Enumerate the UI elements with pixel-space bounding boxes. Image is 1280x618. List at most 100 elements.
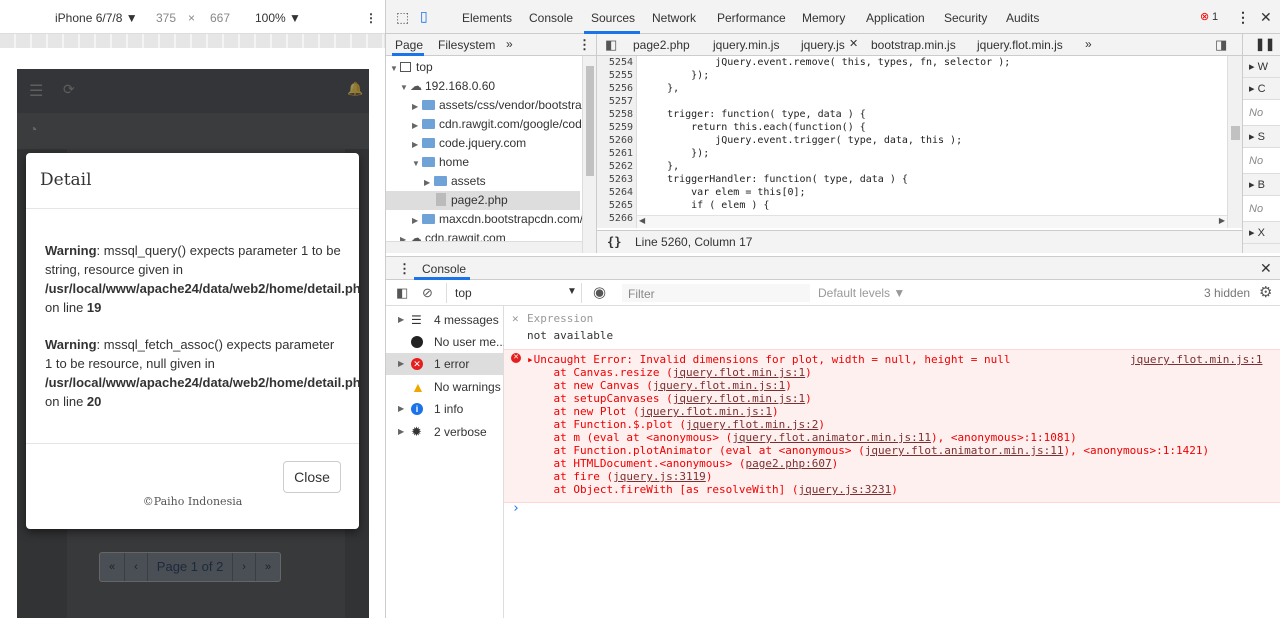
sidebar-item-info[interactable]: ▶ i 1 info: [386, 398, 503, 420]
code-line[interactable]: });: [643, 69, 709, 82]
nav-tab-page[interactable]: Page: [395, 38, 423, 52]
stack-frame-link[interactable]: jquery.flot.animator.min.js:11: [732, 431, 931, 444]
settings-menu-icon[interactable]: ⋮: [1236, 9, 1250, 26]
tab-network[interactable]: Network: [652, 11, 696, 25]
sidebar-item-verbose[interactable]: ▶ ✹ 2 verbose: [386, 421, 503, 443]
stack-frame-link[interactable]: jquery.flot.min.js:1: [673, 366, 805, 379]
tree-item-host[interactable]: ▶ ☁ cdn.rawgit.com: [386, 229, 582, 241]
line-number[interactable]: 5266: [597, 212, 633, 225]
pager-next-button[interactable]: ›: [233, 553, 256, 581]
close-button[interactable]: Close: [283, 461, 341, 493]
stack-frame-link[interactable]: jquery.flot.min.js:1: [640, 405, 772, 418]
editor-tab-active[interactable]: jquery.js: [801, 38, 845, 52]
code-line[interactable]: trigger: function( type, data ) {: [643, 108, 866, 121]
pager-last-button[interactable]: »: [256, 553, 280, 581]
nav-more-tabs[interactable]: »: [506, 37, 513, 51]
code-line[interactable]: return this.each(function() {: [643, 121, 866, 134]
device-toggle-icon[interactable]: ▯: [420, 8, 428, 25]
close-devtools-icon[interactable]: ✕: [1260, 9, 1272, 26]
tab-performance[interactable]: Performance: [717, 11, 786, 25]
line-number[interactable]: 5265: [597, 199, 633, 212]
stack-frame-link[interactable]: jquery.flot.min.js:2: [686, 418, 818, 431]
pause-icon[interactable]: ❚❚: [1255, 37, 1275, 51]
expression-close-icon[interactable]: ✕: [512, 312, 519, 325]
line-number[interactable]: 5257: [597, 95, 633, 108]
levels-select[interactable]: Default levels ▼: [818, 286, 905, 300]
tab-sources[interactable]: Sources: [591, 11, 635, 25]
nav-tab-filesystem[interactable]: Filesystem: [438, 38, 495, 52]
line-number[interactable]: 5261: [597, 147, 633, 160]
line-number[interactable]: 5264: [597, 186, 633, 199]
device-width[interactable]: 375: [156, 11, 176, 25]
pane-watch[interactable]: ▸ W: [1243, 56, 1280, 78]
nav-hscrollbar[interactable]: [386, 241, 582, 253]
device-select[interactable]: iPhone 6/7/8 ▼: [55, 11, 138, 25]
zoom-select[interactable]: 100% ▼: [255, 11, 301, 25]
line-number[interactable]: 5259: [597, 121, 633, 134]
toggle-debugger-icon[interactable]: ◨: [1215, 37, 1227, 53]
editor-tab[interactable]: jquery.flot.min.js: [977, 38, 1063, 52]
tree-item-folder[interactable]: ▶ cdn.rawgit.com/google/code: [386, 115, 582, 134]
gear-icon[interactable]: ⚙: [1259, 283, 1272, 301]
error-text[interactable]: ▸Uncaught Error: Invalid dimensions for …: [527, 353, 1010, 366]
tree-item-folder[interactable]: ▶ code.jquery.com: [386, 134, 582, 153]
line-number[interactable]: 5256: [597, 82, 633, 95]
close-tab-icon[interactable]: ✕: [849, 37, 858, 50]
eye-icon[interactable]: ◉: [593, 283, 606, 301]
pager-prev-button[interactable]: ‹: [125, 553, 148, 581]
pane-xhr-breakpoints[interactable]: ▸ X: [1243, 222, 1280, 244]
code-line[interactable]: jQuery.event.trigger( type, data, this )…: [643, 134, 962, 147]
more-vertical-icon[interactable]: ⋮: [365, 11, 377, 25]
tree-item-folder[interactable]: ▶ maxcdn.bootstrapcdn.com/: [386, 210, 582, 229]
stack-frame-link[interactable]: page2.php:607: [746, 457, 832, 470]
tree-item-folder[interactable]: ▶ assets/css/vendor/bootstrap: [386, 96, 582, 115]
pretty-print-icon[interactable]: {}: [607, 231, 621, 253]
console-prompt[interactable]: ›: [512, 502, 520, 515]
code-line[interactable]: jQuery.event.remove( this, types, fn, se…: [643, 56, 1010, 69]
tree-item-folder[interactable]: ▼ home: [386, 153, 582, 172]
error-icon[interactable]: ⊗: [1200, 10, 1209, 23]
line-number[interactable]: 5255: [597, 69, 633, 82]
pane-scope[interactable]: ▸ S: [1243, 126, 1280, 148]
inspect-icon[interactable]: ⬚: [396, 9, 409, 26]
editor-tab[interactable]: jquery.min.js: [713, 38, 779, 52]
editor-tab[interactable]: page2.php: [633, 38, 690, 52]
sidebar-item-messages[interactable]: ▶ ☰ 4 messages: [386, 309, 503, 331]
tree-item-host[interactable]: ▼ ☁ 192.168.0.60: [386, 77, 582, 96]
editor-more-tabs[interactable]: »: [1085, 37, 1092, 51]
tab-security[interactable]: Security: [944, 11, 987, 25]
drawer-tab-console[interactable]: Console: [422, 262, 466, 276]
code-line[interactable]: if ( elem ) {: [643, 199, 769, 212]
editor-scrollbar[interactable]: [1227, 56, 1242, 228]
sidebar-item-warnings[interactable]: ▲ No warnings: [386, 376, 503, 398]
stack-frame-link[interactable]: jquery.flot.min.js:1: [653, 379, 785, 392]
editor-tab[interactable]: bootstrap.min.js: [871, 38, 956, 52]
sidebar-item-errors[interactable]: ▶ ✕ 1 error: [386, 353, 503, 375]
code-line[interactable]: },: [643, 82, 679, 95]
device-height[interactable]: 667: [210, 11, 230, 25]
tree-item-file[interactable]: page2.php: [386, 191, 580, 210]
line-number[interactable]: 5254: [597, 56, 633, 69]
filter-input[interactable]: Filter: [622, 284, 810, 302]
line-number[interactable]: 5258: [597, 108, 633, 121]
sidebar-item-user-messages[interactable]: No user me...: [386, 331, 506, 353]
close-drawer-icon[interactable]: ✕: [1260, 260, 1272, 277]
tab-application[interactable]: Application: [866, 11, 925, 25]
tab-elements[interactable]: Elements: [462, 11, 512, 25]
code-line[interactable]: },: [643, 160, 679, 173]
line-number[interactable]: 5260: [597, 134, 633, 147]
context-select[interactable]: top ▼: [446, 283, 582, 303]
stack-frame-link[interactable]: jquery.js:3119: [613, 470, 706, 483]
stack-frame-link[interactable]: jquery.flot.min.js:1: [673, 392, 805, 405]
tree-item-top[interactable]: ▼ top: [386, 58, 582, 77]
line-number[interactable]: 5263: [597, 173, 633, 186]
nav-menu-icon[interactable]: ⋮: [578, 37, 591, 53]
code-line[interactable]: var elem = this[0];: [643, 186, 805, 199]
line-number[interactable]: 5262: [597, 160, 633, 173]
pane-call-stack[interactable]: ▸ C: [1243, 78, 1280, 100]
pager-first-button[interactable]: «: [100, 553, 126, 581]
editor-hscrollbar[interactable]: ◀ ▶: [637, 215, 1227, 228]
code-line[interactable]: });: [643, 147, 709, 160]
tab-audits[interactable]: Audits: [1006, 11, 1039, 25]
clear-console-icon[interactable]: ⊘: [422, 285, 433, 301]
